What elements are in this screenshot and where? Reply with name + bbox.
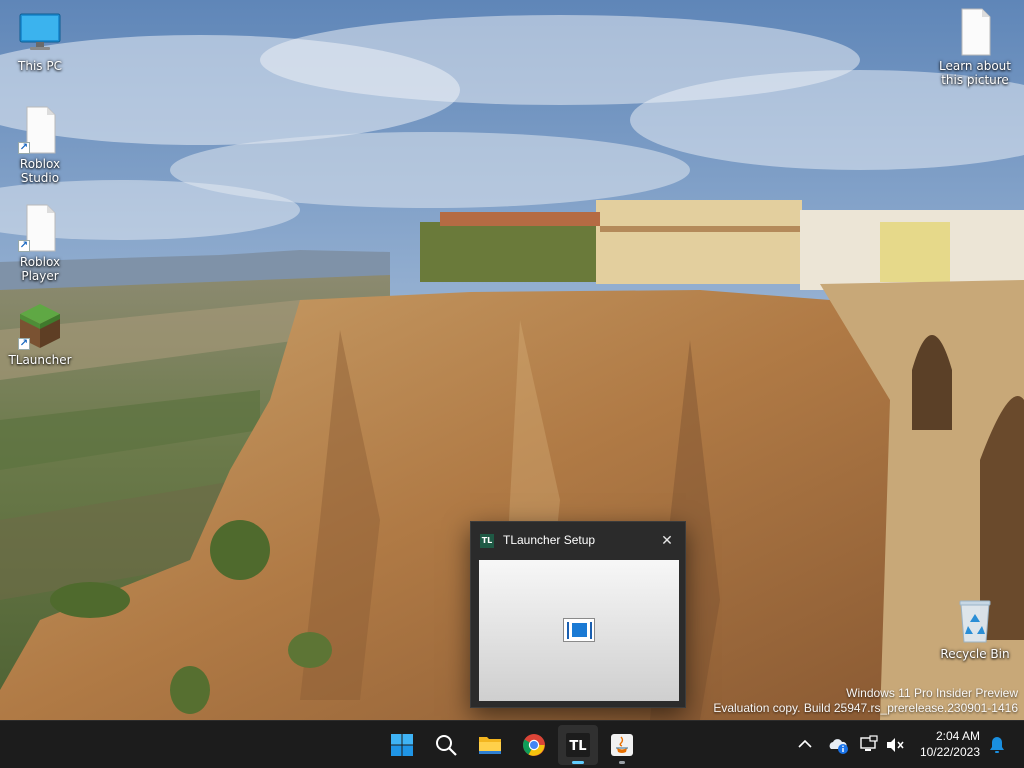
running-indicator (619, 761, 625, 764)
search-icon (436, 735, 457, 756)
clock-time: 2:04 AM (935, 729, 980, 743)
desktop-icon-learn-about-picture[interactable]: Learn about this picture (935, 8, 1015, 87)
notification-bell-icon[interactable] (986, 734, 1008, 756)
installer-loading-icon (563, 618, 595, 642)
desktop-icon-label-line1: Learn about (939, 59, 1011, 73)
file-icon (951, 8, 999, 56)
shortcut-arrow-icon: ↗ (18, 338, 30, 350)
folder-icon (479, 737, 501, 754)
desktop-icon-label: Roblox Studio (19, 157, 61, 185)
tlauncher-app-icon: TL (480, 534, 494, 548)
loading-square (572, 623, 587, 637)
chrome-button[interactable] (514, 725, 554, 765)
desktop-icon-tlauncher[interactable]: ↗ TLauncher (0, 302, 80, 367)
network-icon[interactable] (858, 734, 880, 756)
java-icon (611, 734, 633, 756)
chevron-up-icon[interactable] (796, 735, 814, 753)
taskbar: TL 2:04 AM 10/22/2023 (0, 720, 1024, 768)
file-shortcut-icon: ↗ (16, 106, 64, 154)
tlauncher-taskbar-button[interactable]: TL (558, 725, 598, 765)
system-clock[interactable]: 2:04 AM 10/22/2023 (910, 728, 980, 760)
clock-date: 10/22/2023 (919, 745, 980, 759)
watermark-line-2: Evaluation copy. Build 25947.rs_prerelea… (713, 701, 1018, 715)
file-shortcut-icon: ↗ (16, 204, 64, 252)
os-watermark: Windows 11 Pro Insider Preview Evaluatio… (713, 686, 1018, 716)
java-installer-button[interactable] (602, 725, 642, 765)
windows-logo-icon (391, 734, 413, 756)
tlauncher-setup-window[interactable]: TL TLauncher Setup ✕ (470, 521, 686, 708)
loading-stripe (590, 622, 592, 639)
desktop-icon-roblox-studio[interactable]: ↗ Roblox Studio (0, 106, 80, 185)
monitor-icon (16, 8, 64, 56)
file-explorer-button[interactable] (470, 725, 510, 765)
desktop-icon-recycle-bin[interactable]: Recycle Bin (935, 596, 1015, 661)
recycle-bin-icon (951, 596, 999, 644)
desktop-icon-label: This PC (18, 59, 62, 73)
desktop-icon-label-line2: this picture (941, 73, 1009, 87)
grass-block-icon: ↗ (16, 302, 64, 350)
active-indicator (572, 761, 584, 764)
window-title: TLauncher Setup (503, 533, 596, 547)
loading-stripe (567, 622, 569, 639)
chrome-icon (523, 734, 545, 756)
window-titlebar[interactable]: TL TLauncher Setup ✕ (471, 522, 685, 559)
start-button[interactable] (382, 725, 422, 765)
svg-text:TL: TL (569, 739, 586, 754)
desktop-icon-this-pc[interactable]: This PC (0, 8, 80, 73)
setup-content-area (479, 560, 679, 701)
cloud-info-icon[interactable] (826, 733, 850, 757)
search-button[interactable] (426, 725, 466, 765)
shortcut-arrow-icon: ↗ (18, 142, 30, 154)
desktop-icon-label: TLauncher (8, 353, 72, 367)
desktop-icon-label: Recycle Bin (940, 647, 1010, 661)
desktop-icon-label: Roblox Player (19, 255, 61, 283)
desktop-icon-roblox-player[interactable]: ↗ Roblox Player (0, 204, 80, 283)
close-button[interactable]: ✕ (657, 531, 677, 551)
watermark-line-1: Windows 11 Pro Insider Preview (846, 686, 1018, 700)
tlauncher-icon: TL (566, 733, 590, 757)
volume-muted-icon[interactable] (884, 734, 906, 756)
shortcut-arrow-icon: ↗ (18, 240, 30, 252)
